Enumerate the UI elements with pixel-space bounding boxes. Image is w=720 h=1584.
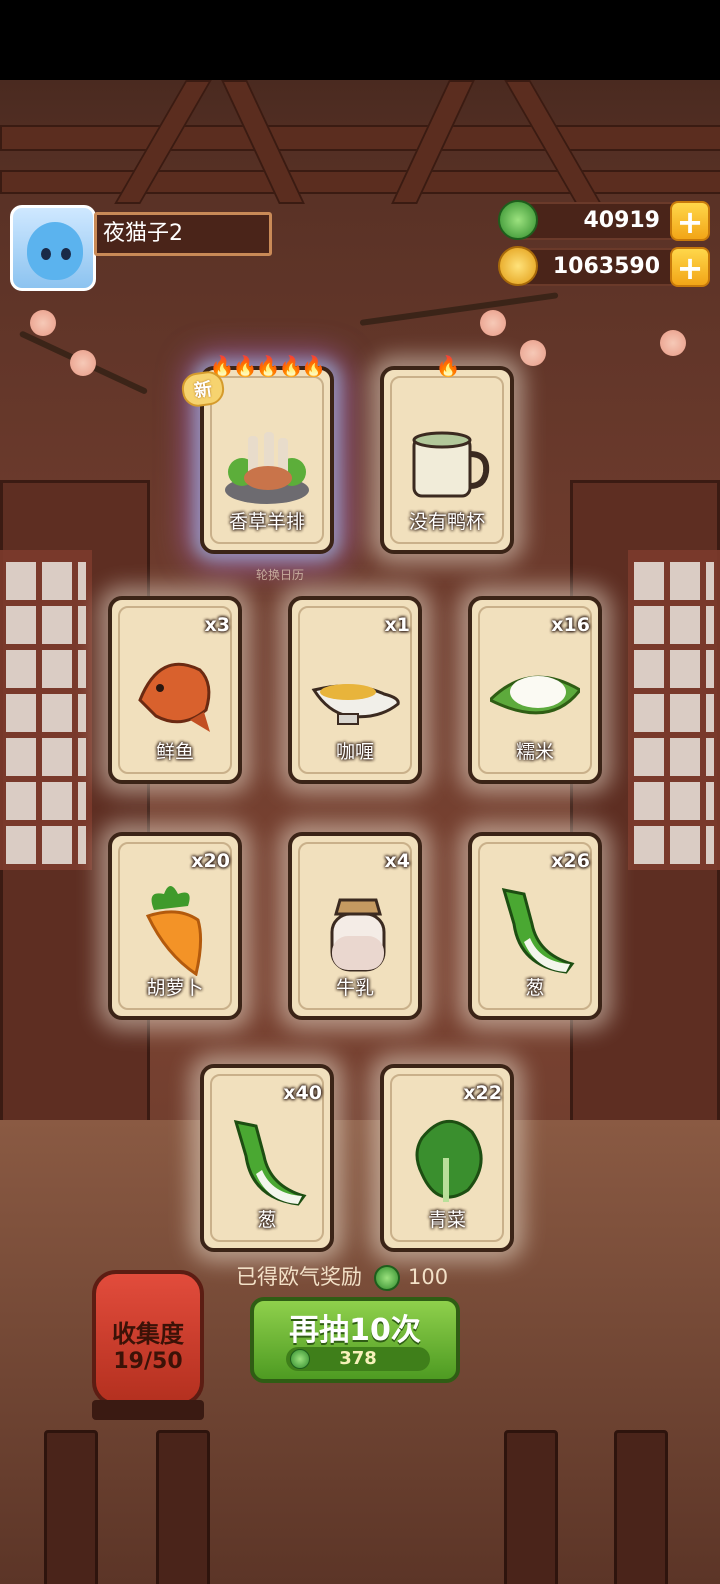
reward-label: 已得欧气奖励: [236, 1265, 362, 1289]
card-name: 牛乳: [335, 977, 374, 999]
card-count: x16: [551, 614, 590, 636]
card-scallion[interactable]: x40 葱: [200, 1064, 334, 1252]
collection-progress: 19/50: [113, 1349, 183, 1374]
card-lamb-chops[interactable]: 🔥🔥🔥🔥🔥 新 香草羊排: [179, 354, 334, 554]
card-count: x22: [463, 1082, 502, 1104]
card-count: x40: [283, 1082, 322, 1104]
coin-amount: 1063590: [552, 254, 660, 279]
card-cup[interactable]: 🔥 没有鸭杯: [380, 354, 514, 554]
card-name: 糯米: [515, 741, 554, 763]
blossom: [660, 330, 686, 356]
roof-beam: [0, 125, 720, 151]
player-avatar[interactable]: [10, 205, 96, 291]
lucky-reward: 已得欧气奖励 100: [236, 1262, 448, 1292]
fish-icon: [138, 662, 211, 732]
jade-currency: 40919 +: [498, 200, 710, 241]
card-name: 葱: [525, 977, 545, 999]
collection-lantern-button[interactable]: 收集度 19/50: [92, 1270, 204, 1406]
blossom: [480, 310, 506, 336]
greens-icon: [415, 1119, 483, 1202]
add-coin-button[interactable]: +: [670, 247, 710, 287]
card-scallion[interactable]: x26 葱: [468, 832, 602, 1020]
carrot-icon: [145, 886, 203, 976]
window-lattice: [628, 550, 720, 870]
player-name: 夜猫子2: [94, 212, 272, 256]
jade-icon: [290, 1349, 310, 1369]
card-name: 胡萝卜: [146, 977, 204, 999]
cup-icon: [412, 431, 490, 498]
fence-post: [156, 1430, 210, 1584]
blossom: [70, 350, 96, 376]
coin-icon: [498, 246, 538, 286]
scallion-icon: [233, 1120, 307, 1206]
card-milk[interactable]: x4 牛乳: [288, 832, 422, 1020]
card-count: x20: [191, 850, 230, 872]
collection-label: 收集度: [112, 1320, 184, 1348]
curry-icon: [311, 684, 400, 725]
blossom: [30, 310, 56, 336]
reward-value: 100: [408, 1265, 449, 1289]
flame-rating: 🔥🔥🔥🔥🔥: [209, 354, 327, 378]
fence-post: [504, 1430, 558, 1584]
card-count: x26: [551, 850, 590, 872]
rotation-calendar-label: 轮换日历: [255, 568, 304, 582]
card-rice[interactable]: x16 糯米: [468, 596, 602, 784]
card-name: 青菜: [427, 1209, 466, 1231]
card-greens[interactable]: x22 青菜: [380, 1064, 514, 1252]
window-lattice: [0, 550, 92, 870]
branch: [359, 292, 559, 326]
card-name: 没有鸭杯: [408, 511, 485, 533]
avatar-eye: [41, 248, 51, 260]
fence-post: [614, 1430, 668, 1584]
draw-cost-value: 378: [339, 1348, 377, 1369]
rice-icon: [490, 675, 580, 715]
roof-beam: [0, 170, 720, 194]
card-count: x1: [384, 614, 410, 636]
card-name: 咖喱: [335, 741, 374, 763]
card-count: x3: [204, 614, 230, 636]
card-name: 鲜鱼: [155, 741, 194, 763]
avatar-face: [27, 222, 83, 280]
card-fish[interactable]: x3 鲜鱼: [108, 596, 242, 784]
avatar-eye: [61, 248, 71, 260]
card-curry[interactable]: x1 咖喱: [288, 596, 422, 784]
scallion-icon: [501, 888, 575, 974]
card-name: 香草羊排: [228, 511, 305, 533]
flame-rating: 🔥: [435, 354, 461, 378]
jade-amount: 40919: [583, 208, 660, 233]
blossom: [520, 340, 546, 366]
card-count: x4: [384, 850, 410, 872]
lamb-chops-icon: [225, 432, 309, 504]
draw-cost: 378: [286, 1347, 430, 1371]
coin-currency: 1063590 +: [498, 246, 710, 287]
card-name: 葱: [257, 1209, 277, 1231]
jade-icon: [374, 1265, 400, 1291]
fence-post: [44, 1430, 98, 1584]
add-jade-button[interactable]: +: [670, 201, 710, 241]
milk-jar-icon: [330, 898, 386, 972]
draw-label: 再抽10次: [289, 1313, 421, 1348]
jade-icon: [498, 200, 538, 240]
card-carrot[interactable]: x20 胡萝卜: [108, 832, 242, 1020]
status-bar: [0, 0, 720, 80]
lantern-stand: [92, 1400, 204, 1420]
draw-ten-button[interactable]: 再抽10次 378: [250, 1297, 460, 1383]
